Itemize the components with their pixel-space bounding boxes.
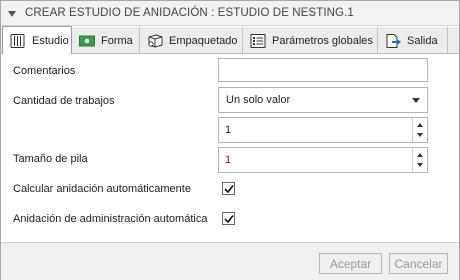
comments-label: Comentarios (13, 65, 76, 77)
job-count-selected-value: Un solo valor (226, 94, 291, 106)
title-bar: CREAR ESTUDIO DE ANIDACIÓN : ESTUDIO DE … (1, 1, 459, 26)
tab-forma[interactable]: Forma (72, 27, 140, 54)
cancel-button[interactable]: Cancelar (389, 253, 448, 274)
tab-label: Forma (101, 34, 133, 47)
dialog-title: CREAR ESTUDIO DE ANIDACIÓN : ESTUDIO DE … (25, 7, 354, 19)
output-icon (386, 33, 401, 48)
study-icon (10, 33, 25, 48)
auto-admin-nesting-checkbox[interactable] (222, 212, 235, 225)
tab-label: Estudio (32, 34, 69, 47)
stack-size-value: 1 (225, 154, 232, 166)
dropdown-arrow-icon (412, 98, 420, 103)
create-nesting-study-dialog: CREAR ESTUDIO DE ANIDACIÓN : ESTUDIO DE … (0, 0, 460, 280)
stepper-buttons (412, 148, 427, 172)
auto-calc-nesting-label: Calcular anidación automáticamente (13, 183, 191, 195)
auto-admin-nesting-label: Anidación de administración automática (13, 213, 208, 225)
auto-calc-nesting-checkbox[interactable] (222, 182, 235, 195)
checkmark-icon (224, 215, 234, 224)
accept-button[interactable]: Aceptar (319, 253, 382, 274)
increment-arrow-icon[interactable] (417, 153, 423, 157)
study-tab-content: Comentarios Cantidad de trabajos Un solo… (1, 54, 459, 242)
job-count-select[interactable]: Un solo valor (218, 87, 428, 113)
global-parameters-icon (250, 33, 266, 48)
checkmark-icon (224, 185, 234, 194)
tab-empaquetado[interactable]: Empaquetado (140, 27, 243, 54)
job-count-label: Cantidad de trabajos (13, 95, 115, 107)
packaging-icon (148, 33, 163, 48)
tab-estudio[interactable]: Estudio (2, 26, 72, 54)
tab-label: Salida (407, 34, 438, 47)
shape-icon (79, 35, 95, 46)
comments-input[interactable] (218, 58, 428, 82)
tab-strip: Estudio Forma Empaquetado Parámetros glo… (1, 26, 459, 54)
dialog-footer: Aceptar Cancelar (1, 242, 459, 280)
job-count-value: 1 (225, 124, 232, 136)
tab-parametros-globales[interactable]: Parámetros globales (243, 27, 378, 54)
collapse-triangle-icon[interactable] (7, 9, 17, 19)
stack-size-label: Tamaño de pila (13, 153, 88, 165)
job-count-stepper[interactable]: 1 (218, 117, 428, 143)
increment-arrow-icon[interactable] (417, 123, 423, 127)
decrement-arrow-icon[interactable] (417, 163, 423, 167)
tab-salida[interactable]: Salida (378, 27, 448, 54)
tab-label: Parámetros globales (272, 34, 373, 47)
decrement-arrow-icon[interactable] (417, 133, 423, 137)
stepper-buttons (412, 118, 427, 142)
stack-size-stepper[interactable]: 1 (218, 147, 428, 173)
tab-label: Empaquetado (169, 34, 238, 47)
